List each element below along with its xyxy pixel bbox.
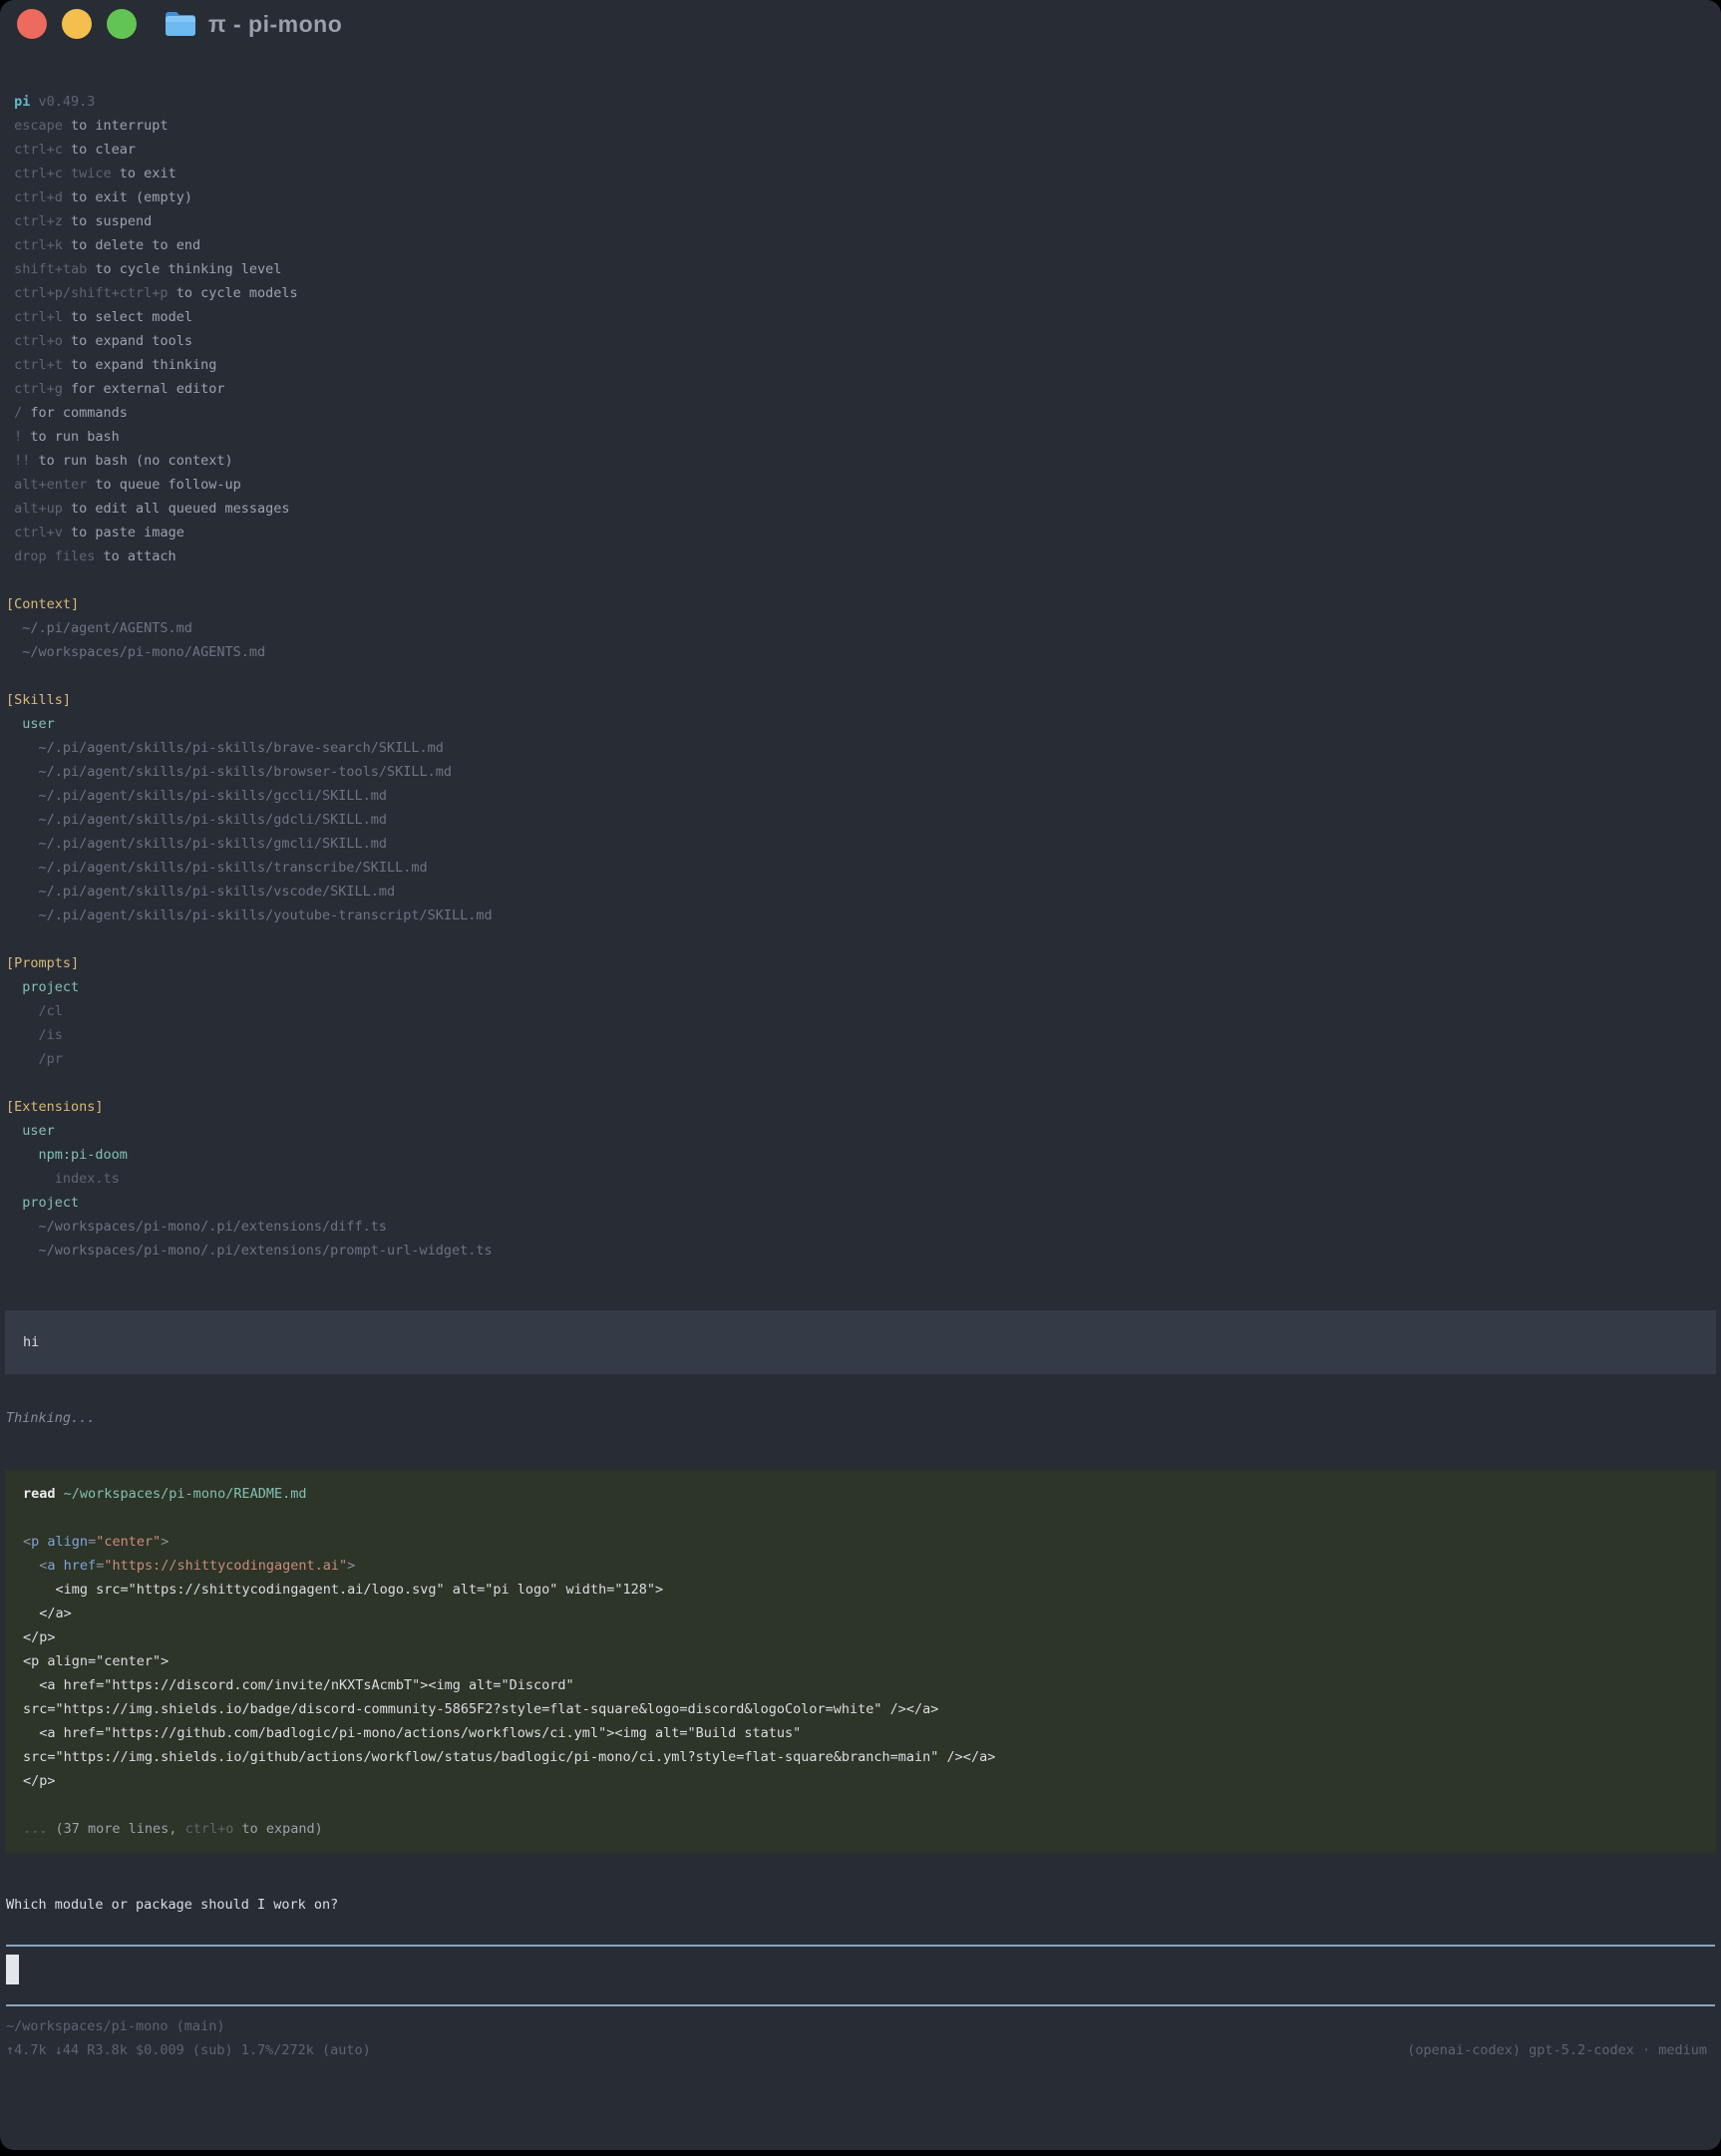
folder-icon [165, 11, 196, 37]
assistant-message: Which module or package should I work on… [0, 1893, 1721, 1917]
minimize-button[interactable] [62, 9, 92, 39]
terminal-line: ctrl+p/shift+ctrl+p to cycle models [0, 281, 1721, 305]
terminal-line: <a href="https://shittycodingagent.ai"> [14, 1554, 1707, 1578]
terminal-line: user [0, 1119, 1721, 1143]
terminal-line: project [0, 975, 1721, 999]
skills-section: [Skills] user ~/.pi/agent/skills/pi-skil… [0, 688, 1721, 927]
terminal-line: !! to run bash (no context) [0, 449, 1721, 473]
terminal-line: ~/.pi/agent/skills/pi-skills/vscode/SKIL… [0, 880, 1721, 903]
terminal-line: ~/.pi/agent/skills/pi-skills/browser-too… [0, 760, 1721, 784]
terminal-line: <p align="center"> [14, 1649, 1707, 1673]
terminal-line: user [0, 712, 1721, 736]
token-usage-stats: ↑4.7k ↓44 R3.8k $0.009 (sub) 1.7%/272k (… [6, 2038, 371, 2062]
terminal-line: ctrl+l to select model [0, 305, 1721, 329]
terminal-line: /pr [0, 1047, 1721, 1071]
cwd-branch-status: ~/workspaces/pi-mono (main) [0, 2014, 1721, 2038]
terminal-line: shift+tab to cycle thinking level [0, 257, 1721, 281]
user-message-box: hi [5, 1310, 1716, 1374]
context-section: [Context] ~/.pi/agent/AGENTS.md ~/worksp… [0, 592, 1721, 664]
terminal-line: ~/workspaces/pi-mono/.pi/extensions/prom… [0, 1239, 1721, 1262]
terminal-line: alt+up to edit all queued messages [0, 497, 1721, 521]
terminal-line: ~/.pi/agent/skills/pi-skills/gmcli/SKILL… [0, 832, 1721, 856]
terminal-line [14, 1793, 1707, 1817]
terminal-line: ctrl+z to suspend [0, 209, 1721, 233]
terminal-line: read ~/workspaces/pi-mono/README.md [14, 1482, 1707, 1506]
text-cursor [6, 1955, 19, 1984]
status-bar: ~/workspaces/pi-mono (main) ↑4.7k ↓44 R3… [0, 2014, 1721, 2062]
terminal-line: project [0, 1191, 1721, 1215]
terminal-line: src="https://img.shields.io/github/actio… [14, 1745, 1707, 1769]
user-message-text: hi [14, 1330, 1707, 1354]
terminal-line: ctrl+c twice to exit [0, 162, 1721, 185]
terminal-line: ~/workspaces/pi-mono/AGENTS.md [0, 640, 1721, 664]
terminal-line: <a href="https://discord.com/invite/nKXT… [14, 1673, 1707, 1697]
terminal-line: ~/.pi/agent/AGENTS.md [0, 616, 1721, 640]
terminal-line: alt+enter to queue follow-up [0, 473, 1721, 497]
terminal-line: Which module or package should I work on… [0, 1893, 1721, 1917]
model-info: (openai-codex) gpt-5.2-codex · medium [1407, 2038, 1707, 2062]
terminal-line: drop files to attach [0, 544, 1721, 568]
terminal-line: ~/.pi/agent/skills/pi-skills/gccli/SKILL… [0, 784, 1721, 808]
terminal-line: ... (37 more lines, ctrl+o to expand) [14, 1817, 1707, 1841]
terminal-line: ctrl+o to expand tools [0, 329, 1721, 353]
terminal-line: </p> [14, 1769, 1707, 1793]
terminal-line: [Skills] [0, 688, 1721, 712]
extensions-section: [Extensions] user npm:pi-doom index.ts p… [0, 1095, 1721, 1262]
terminal-line: <img src="https://shittycodingagent.ai/l… [14, 1578, 1707, 1602]
close-button[interactable] [17, 9, 47, 39]
banner-and-shortcuts: pi v0.49.3 escape to interrupt ctrl+c to… [0, 90, 1721, 568]
terminal-line: </a> [14, 1602, 1707, 1625]
terminal-line: / for commands [0, 401, 1721, 425]
terminal-line: ~/.pi/agent/skills/pi-skills/gdcli/SKILL… [0, 808, 1721, 832]
status-row-2: ↑4.7k ↓44 R3.8k $0.009 (sub) 1.7%/272k (… [0, 2038, 1721, 2062]
terminal-window: π - pi-mono pi v0.49.3 escape to interru… [0, 0, 1721, 2150]
terminal-line: ctrl+g for external editor [0, 377, 1721, 401]
terminal-line: </p> [14, 1625, 1707, 1649]
terminal-line: escape to interrupt [0, 114, 1721, 138]
terminal-line: ~/workspaces/pi-mono/.pi/extensions/diff… [0, 1215, 1721, 1239]
maximize-button[interactable] [107, 9, 137, 39]
terminal-line [14, 1506, 1707, 1530]
terminal-line: ctrl+v to paste image [0, 521, 1721, 544]
terminal-line: ctrl+c to clear [0, 138, 1721, 162]
prompts-section: [Prompts] project /cl /is /pr [0, 951, 1721, 1071]
terminal-line: ~/.pi/agent/skills/pi-skills/youtube-tra… [0, 903, 1721, 927]
terminal-line: ctrl+d to exit (empty) [0, 185, 1721, 209]
terminal-line: ctrl+t to expand thinking [0, 353, 1721, 377]
terminal-line: pi v0.49.3 [0, 90, 1721, 114]
terminal-line: [Context] [0, 592, 1721, 616]
terminal-line: index.ts [0, 1167, 1721, 1191]
prompt-input[interactable] [0, 1947, 1721, 1994]
terminal-line: ctrl+k to delete to end [0, 233, 1721, 257]
input-divider-bottom [6, 2004, 1715, 2006]
terminal-line: <p align="center"> [14, 1530, 1707, 1554]
terminal-line: /cl [0, 999, 1721, 1023]
terminal-content: pi v0.49.3 escape to interrupt ctrl+c to… [0, 48, 1721, 2062]
titlebar: π - pi-mono [0, 0, 1721, 48]
window-title: π - pi-mono [208, 11, 342, 38]
terminal-line: ~/.pi/agent/skills/pi-skills/brave-searc… [0, 736, 1721, 760]
terminal-line: ! to run bash [0, 425, 1721, 449]
terminal-line: [Extensions] [0, 1095, 1721, 1119]
terminal-line: src="https://img.shields.io/badge/discor… [14, 1697, 1707, 1721]
thinking-text: Thinking... [0, 1406, 1721, 1430]
terminal-line: ~/.pi/agent/skills/pi-skills/transcribe/… [0, 856, 1721, 880]
traffic-lights [17, 9, 137, 39]
terminal-line: npm:pi-doom [0, 1143, 1721, 1167]
tool-output-box: read ~/workspaces/pi-mono/README.md <p a… [5, 1470, 1716, 1853]
terminal-line: [Prompts] [0, 951, 1721, 975]
thinking-indicator: Thinking... [0, 1406, 1721, 1430]
terminal-line: /is [0, 1023, 1721, 1047]
terminal-line: <a href="https://github.com/badlogic/pi-… [14, 1721, 1707, 1745]
